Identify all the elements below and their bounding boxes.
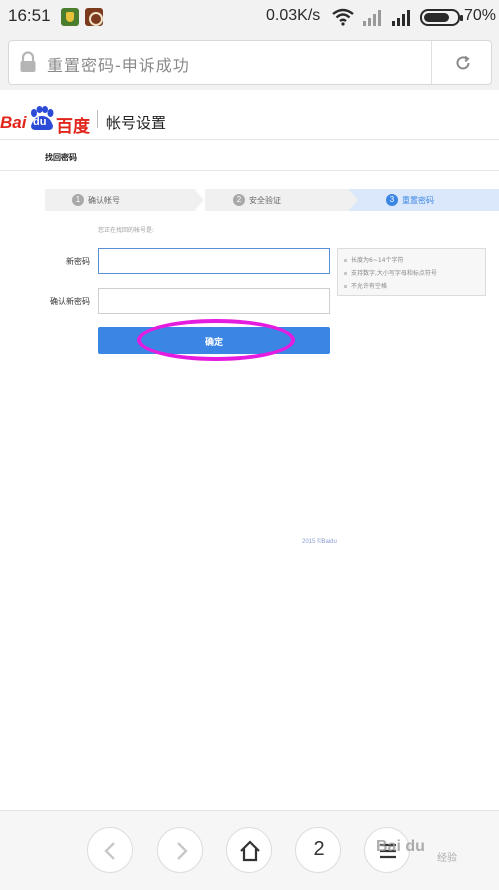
step-confirm-account: 1 确认帐号 (45, 189, 197, 211)
step-number: 1 (72, 194, 84, 206)
step-arrow (348, 189, 358, 211)
rule-text: 不允许有空格 (351, 283, 388, 290)
bullet-icon (344, 259, 347, 262)
account-hint: 您正在找回的帐号是: (98, 227, 155, 234)
page-title-in-url: 重置密码-申诉成功 (47, 56, 190, 75)
url-divider (431, 41, 432, 84)
section-divider (0, 170, 499, 171)
signal-icon (392, 10, 410, 26)
copyright: 2015 ©Baidu (302, 539, 337, 545)
logo-text-du: du (33, 116, 47, 128)
notification-shield-icon (61, 8, 79, 26)
new-password-label: 新密码 (66, 257, 90, 266)
forward-button[interactable] (157, 827, 203, 873)
status-bar: 16:51 0.03K/s 70% (0, 0, 499, 34)
step-reset-password: 3 重置密码 (358, 189, 499, 211)
back-button[interactable] (87, 827, 133, 873)
new-password-input[interactable] (98, 248, 330, 274)
step-label: 确认帐号 (88, 196, 120, 205)
progress-steps: 1 确认帐号 2 安全验证 3 重置密码 (45, 189, 499, 211)
rule-item: 支持数字,大小写字母和标点符号 (344, 268, 437, 277)
highlight-annotation (137, 319, 295, 361)
refresh-icon[interactable] (453, 53, 473, 73)
watermark-sub: 经验 (437, 853, 457, 864)
rule-item: 不允许有空格 (344, 281, 387, 290)
logo-text-latin: Bai (0, 113, 27, 132)
step-security-verify: 2 安全验证 (205, 189, 348, 211)
page-header: Bai du 百度 帐号设置 (0, 90, 499, 140)
baidu-logo[interactable]: Bai du 百度 (0, 100, 92, 137)
url-field[interactable]: 重置密码-申诉成功 (8, 40, 492, 85)
home-icon (240, 840, 260, 862)
battery-icon (420, 9, 463, 26)
network-speed: 0.03K/s (266, 7, 321, 24)
step-arrow (195, 189, 205, 211)
step-number: 2 (233, 194, 245, 206)
step-label: 重置密码 (402, 196, 434, 205)
step-number: 3 (386, 194, 398, 206)
chevron-left-icon (104, 842, 115, 860)
confirm-password-label: 确认新密码 (50, 297, 90, 306)
header-divider (97, 110, 98, 128)
wifi-icon (332, 8, 354, 26)
chevron-right-icon (177, 842, 188, 860)
bullet-icon (344, 285, 347, 288)
watermark-logo: Bai du (376, 838, 425, 855)
section-title: 找回密码 (45, 153, 77, 162)
screen: 16:51 0.03K/s 70% 重置密码-申诉成功 Bai du 百度 帐号… (0, 0, 499, 890)
bullet-icon (344, 272, 347, 275)
rule-text: 长度为6~14个字符 (351, 257, 404, 264)
home-button[interactable] (226, 827, 272, 873)
notification-app-icon (85, 8, 103, 26)
confirm-password-input[interactable] (98, 288, 330, 314)
tabs-button[interactable]: 2 (295, 827, 341, 873)
signal-icon (363, 10, 381, 26)
status-time: 16:51 (8, 6, 51, 25)
password-rules-tooltip: 长度为6~14个字符 支持数字,大小写字母和标点符号 不允许有空格 (337, 248, 486, 296)
tab-count: 2 (313, 838, 325, 860)
logo-text-cn: 百度 (56, 117, 90, 137)
battery-percent: 70% (464, 7, 497, 24)
browser-address-bar: 重置密码-申诉成功 (0, 34, 499, 90)
step-label: 安全验证 (249, 196, 281, 205)
lock-icon (20, 51, 36, 72)
page-title: 帐号设置 (106, 114, 167, 132)
rule-text: 支持数字,大小写字母和标点符号 (351, 270, 437, 277)
rule-item: 长度为6~14个字符 (344, 255, 403, 264)
